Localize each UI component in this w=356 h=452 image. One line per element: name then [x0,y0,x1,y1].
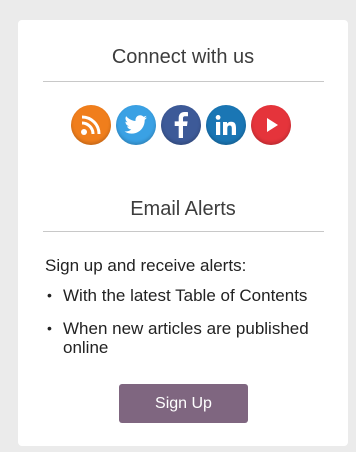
youtube-icon[interactable] [251,105,291,145]
alerts-list: • With the latest Table of Contents • Wh… [45,286,345,357]
sign-up-button[interactable]: Sign Up [119,384,248,423]
list-item-text: When new articles are published online [63,319,309,357]
divider [43,81,324,82]
divider [43,231,324,232]
bullet-icon: • [47,287,52,303]
bullet-icon: • [47,320,52,336]
list-item: • When new articles are published online [45,319,345,357]
connect-panel: Connect with us Email Alerts Sign up and… [18,20,348,446]
list-item-text: With the latest Table of Contents [63,286,308,305]
social-links [71,105,291,145]
facebook-icon[interactable] [161,105,201,145]
list-item: • With the latest Table of Contents [45,286,345,305]
alerts-intro: Sign up and receive alerts: [45,256,247,275]
rss-icon[interactable] [71,105,111,145]
email-alerts-title: Email Alerts [130,198,236,220]
connect-title: Connect with us [111,46,255,68]
twitter-icon[interactable] [116,105,156,145]
linkedin-icon[interactable] [206,105,246,145]
